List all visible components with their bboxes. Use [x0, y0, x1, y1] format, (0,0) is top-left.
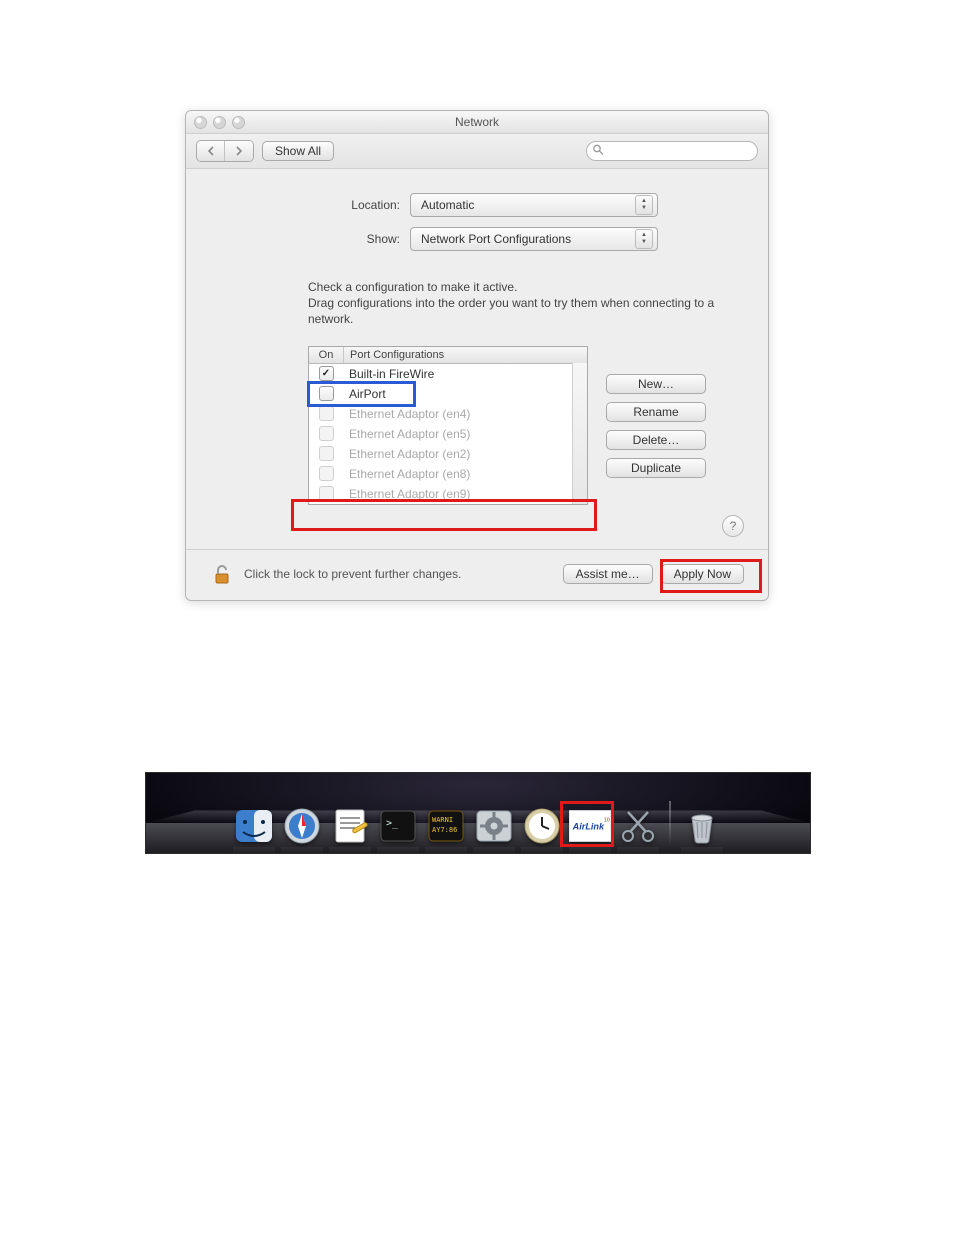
stepper-icon: ▲▼: [635, 229, 653, 249]
list-row[interactable]: Ethernet Adaptor (en2): [309, 444, 587, 464]
show-value: Network Port Configurations: [421, 232, 571, 246]
nav-back-forward[interactable]: [196, 140, 254, 162]
search-wrap: [586, 141, 758, 161]
textedit-icon[interactable]: [329, 805, 371, 847]
port-configuration-label: Ethernet Adaptor (en2): [343, 447, 587, 461]
checkbox[interactable]: [309, 486, 343, 501]
checkbox[interactable]: [309, 386, 343, 401]
list-rows: ✓Built-in FireWire AirPort Ethernet Adapto…: [309, 364, 587, 504]
show-popup[interactable]: Network Port Configurations ▲▼: [410, 227, 658, 251]
svg-text:AY7:86: AY7:86: [432, 826, 457, 834]
forward-button[interactable]: [225, 141, 253, 161]
list-row[interactable]: Ethernet Adaptor (en5): [309, 424, 587, 444]
list-row[interactable]: AirPort: [309, 384, 587, 404]
lists-row: On Port Configurations ✓Built-in FireWir…: [308, 346, 744, 505]
port-configuration-label: Ethernet Adaptor (en9): [343, 487, 587, 501]
port-configuration-label: Ethernet Adaptor (en4): [343, 407, 587, 421]
trash-icon[interactable]: [681, 805, 723, 847]
port-configuration-label: Built-in FireWire: [343, 367, 587, 381]
location-label: Location:: [210, 198, 410, 212]
list-row[interactable]: Ethernet Adaptor (en9): [309, 484, 587, 504]
clock-icon[interactable]: [521, 805, 563, 847]
search-input[interactable]: [586, 141, 758, 161]
svg-text:AirLink: AirLink: [572, 822, 605, 832]
help-line2: Drag configurations into the order you w…: [308, 296, 714, 326]
checkbox[interactable]: [309, 446, 343, 461]
new-button[interactable]: New…: [606, 374, 706, 394]
help-button[interactable]: ?: [722, 515, 744, 537]
titlebar: Network: [186, 111, 768, 134]
lock-text: Click the lock to prevent further change…: [244, 567, 461, 581]
warning-icon[interactable]: WARNI AY7:86: [425, 805, 467, 847]
checkbox[interactable]: [309, 426, 343, 441]
footer: Click the lock to prevent further change…: [210, 562, 744, 586]
dock-area: >_ WARNI AY7:86 AirLink10: [145, 772, 811, 854]
help-line1: Check a configuration to make it active.: [308, 280, 517, 294]
divider: [186, 549, 768, 550]
checkbox[interactable]: ✓: [309, 366, 343, 381]
duplicate-button[interactable]: Duplicate: [606, 458, 706, 478]
show-label: Show:: [210, 232, 410, 246]
svg-text:>_: >_: [386, 818, 399, 829]
apply-now-button[interactable]: Apply Now: [661, 564, 744, 584]
footer-actions: Assist me… Apply Now: [563, 564, 744, 584]
scrollbar[interactable]: [572, 363, 587, 504]
network-window: Network Show All Location: Automatic ▲▼: [185, 110, 769, 601]
stepper-icon: ▲▼: [635, 195, 653, 215]
terminal-icon[interactable]: >_: [377, 805, 419, 847]
port-configurations-list[interactable]: On Port Configurations ✓Built-in FireWir…: [308, 346, 588, 505]
port-configuration-label: Ethernet Adaptor (en5): [343, 427, 587, 441]
location-popup[interactable]: Automatic ▲▼: [410, 193, 658, 217]
port-configuration-label: Ethernet Adaptor (en8): [343, 467, 587, 481]
window-body: Location: Automatic ▲▼ Show: Network Por…: [186, 169, 768, 600]
back-button[interactable]: [197, 141, 225, 161]
lock-icon[interactable]: [210, 562, 234, 586]
show-all-button[interactable]: Show All: [262, 141, 334, 161]
finder-icon[interactable]: [233, 805, 275, 847]
delete-button[interactable]: Delete…: [606, 430, 706, 450]
safari-icon[interactable]: [281, 805, 323, 847]
list-row[interactable]: Ethernet Adaptor (en8): [309, 464, 587, 484]
zoom-icon[interactable]: [232, 116, 245, 129]
help-text: Check a configuration to make it active.…: [308, 279, 728, 328]
location-value: Automatic: [421, 198, 474, 212]
checkbox[interactable]: [309, 466, 343, 481]
svg-text:10: 10: [604, 817, 610, 823]
show-row: Show: Network Port Configurations ▲▼: [210, 227, 744, 251]
airlink-icon[interactable]: AirLink10: [569, 805, 611, 847]
window-title: Network: [186, 115, 768, 129]
side-buttons: New… Rename Delete… Duplicate: [606, 374, 706, 478]
list-row[interactable]: ✓Built-in FireWire: [309, 364, 587, 384]
minimize-icon[interactable]: [213, 116, 226, 129]
dock: >_ WARNI AY7:86 AirLink10: [146, 801, 810, 847]
svg-text:WARNI: WARNI: [432, 816, 453, 824]
scissors-icon[interactable]: [617, 805, 659, 847]
list-row[interactable]: Ethernet Adaptor (en4): [309, 404, 587, 424]
assist-me-button[interactable]: Assist me…: [563, 564, 653, 584]
column-on: On: [309, 347, 344, 363]
traffic-lights[interactable]: [186, 116, 245, 129]
rename-button[interactable]: Rename: [606, 402, 706, 422]
dock-separator: [669, 801, 671, 845]
column-port-configurations: Port Configurations: [344, 347, 587, 363]
list-header: On Port Configurations: [309, 347, 587, 364]
location-row: Location: Automatic ▲▼: [210, 193, 744, 217]
checkbox[interactable]: [309, 406, 343, 421]
system-preferences-icon[interactable]: [473, 805, 515, 847]
port-configuration-label: AirPort: [343, 387, 587, 401]
close-icon[interactable]: [194, 116, 207, 129]
toolbar: Show All: [186, 134, 768, 169]
